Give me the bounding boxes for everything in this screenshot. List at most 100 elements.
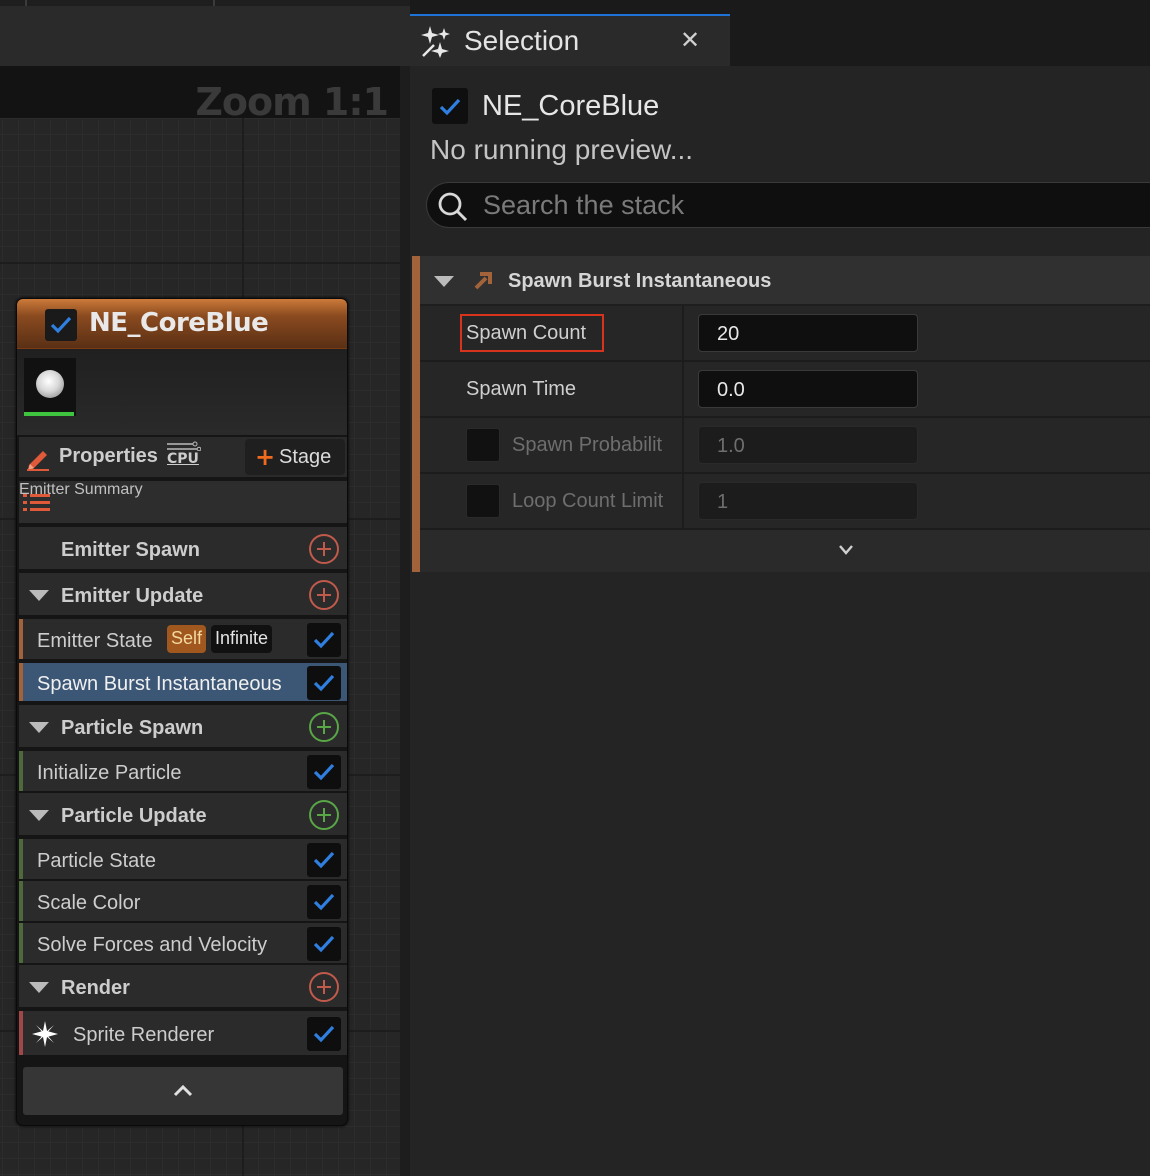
module-label: Spawn Burst Instantaneous bbox=[37, 673, 282, 695]
collapse-triangle-icon[interactable] bbox=[29, 722, 49, 733]
module-row-initialize-particle[interactable]: Initialize Particle bbox=[19, 751, 347, 793]
node-graph-canvas[interactable]: Zoom 1:1 NE_CoreBlue Properties CPU + St… bbox=[0, 0, 410, 1176]
emitter-enable-checkbox[interactable] bbox=[432, 88, 468, 124]
pencil-icon bbox=[27, 451, 49, 471]
add-module-icon[interactable] bbox=[309, 580, 339, 610]
module-enable-checkbox[interactable] bbox=[307, 843, 341, 877]
emitter-summary-row[interactable]: Emitter Summary bbox=[19, 481, 347, 525]
checkmark-icon bbox=[313, 1025, 335, 1043]
module-enable-checkbox[interactable] bbox=[307, 666, 341, 700]
particle-spawn-section[interactable]: Particle Spawn bbox=[19, 705, 347, 749]
module-row-emitter-state[interactable]: Emitter State Self Infinite bbox=[19, 619, 347, 661]
emitter-thumbnail-area bbox=[17, 349, 347, 435]
add-stage-label: Stage bbox=[279, 446, 332, 468]
tab-divider bbox=[25, 0, 27, 6]
graph-toolbar-area bbox=[0, 0, 410, 66]
checkmark-icon bbox=[50, 316, 72, 334]
spawn-probability-input[interactable]: 1.0 bbox=[698, 426, 918, 464]
particle-update-section[interactable]: Particle Update bbox=[19, 793, 347, 837]
loop-count-toggle[interactable] bbox=[466, 484, 500, 518]
param-label: Spawn Probabilit bbox=[512, 434, 663, 456]
spawn-probability-toggle[interactable] bbox=[466, 428, 500, 462]
section-label: Particle Update bbox=[61, 805, 207, 827]
close-icon[interactable]: ✕ bbox=[680, 26, 700, 54]
checkmark-icon bbox=[313, 631, 335, 649]
module-enable-checkbox[interactable] bbox=[307, 927, 341, 961]
checkmark-icon bbox=[313, 674, 335, 692]
module-row-solve-forces[interactable]: Solve Forces and Velocity bbox=[19, 923, 347, 965]
emitter-thumbnail[interactable] bbox=[24, 358, 76, 416]
panel-tab-bar: Selection ✕ bbox=[410, 14, 1150, 66]
infinite-badge: Infinite bbox=[211, 625, 273, 653]
spawn-time-input[interactable]: 0.0 bbox=[698, 370, 918, 408]
column-divider bbox=[682, 474, 684, 528]
module-color-bar bbox=[19, 663, 23, 701]
module-color-bar bbox=[19, 923, 23, 963]
search-input[interactable] bbox=[483, 187, 1083, 223]
checkmark-icon bbox=[313, 763, 335, 781]
search-icon bbox=[438, 192, 468, 222]
render-section[interactable]: Render bbox=[19, 965, 347, 1009]
param-label: Spawn Time bbox=[466, 378, 577, 400]
emitter-update-section[interactable]: Emitter Update bbox=[19, 573, 347, 617]
module-color-bar bbox=[19, 881, 23, 921]
loop-count-input[interactable]: 1 bbox=[698, 482, 918, 520]
panel-splitter[interactable] bbox=[400, 66, 410, 1176]
section-label: Render bbox=[61, 977, 130, 999]
emitter-enable-checkbox[interactable] bbox=[45, 309, 77, 341]
add-stage-button[interactable]: + Stage bbox=[245, 439, 345, 475]
section-label: Particle Spawn bbox=[61, 717, 204, 739]
module-row-spawn-burst-selected[interactable]: Spawn Burst Instantaneous bbox=[19, 663, 347, 703]
plus-icon: + bbox=[255, 443, 276, 471]
section-label: Emitter Update bbox=[61, 585, 204, 607]
add-module-icon[interactable] bbox=[309, 534, 339, 564]
module-row-sprite-renderer[interactable]: Sprite Renderer bbox=[19, 1011, 347, 1057]
sparkles-icon bbox=[421, 26, 450, 58]
graph-tab-strip bbox=[0, 0, 410, 6]
param-label: Loop Count Limit bbox=[512, 490, 664, 512]
collapse-node-button[interactable] bbox=[23, 1067, 343, 1115]
collapse-triangle-icon[interactable] bbox=[29, 810, 49, 821]
module-color-bar bbox=[19, 751, 23, 791]
module-enable-checkbox[interactable] bbox=[307, 1017, 341, 1051]
zoom-label: Zoom 1:1 bbox=[195, 80, 389, 124]
add-module-icon[interactable] bbox=[309, 712, 339, 742]
collapse-triangle-icon[interactable] bbox=[29, 982, 49, 993]
emitter-spawn-section[interactable]: Emitter Spawn bbox=[19, 527, 347, 571]
collapse-triangle-icon[interactable] bbox=[434, 276, 454, 287]
module-accent-bar bbox=[412, 256, 420, 572]
module-row-scale-color[interactable]: Scale Color bbox=[19, 881, 347, 923]
properties-label: Properties bbox=[59, 445, 158, 467]
module-color-bar bbox=[19, 839, 23, 879]
column-divider bbox=[682, 306, 684, 360]
emitter-node[interactable]: NE_CoreBlue Properties CPU + Stage Emitt… bbox=[16, 298, 348, 1126]
column-divider bbox=[682, 362, 684, 416]
module-header[interactable]: Spawn Burst Instantaneous bbox=[420, 256, 1150, 306]
param-row-loop-count: Loop Count Limit 1 bbox=[420, 474, 1150, 530]
spawn-count-input[interactable]: 20 bbox=[698, 314, 918, 352]
emitter-node-header[interactable]: NE_CoreBlue bbox=[17, 299, 347, 349]
highlight-box bbox=[460, 314, 604, 352]
module-enable-checkbox[interactable] bbox=[307, 623, 341, 657]
module-label: Solve Forces and Velocity bbox=[37, 934, 268, 956]
checkmark-icon bbox=[313, 893, 335, 911]
tab-divider bbox=[213, 0, 215, 6]
stack-search-box[interactable] bbox=[426, 182, 1150, 228]
collapse-triangle-icon[interactable] bbox=[29, 590, 49, 601]
checkmark-icon bbox=[439, 98, 461, 116]
emitter-name: NE_CoreBlue bbox=[482, 90, 660, 122]
show-advanced-row[interactable] bbox=[420, 530, 1150, 572]
tab-selection[interactable]: Selection ✕ bbox=[410, 14, 730, 66]
add-renderer-icon[interactable] bbox=[309, 972, 339, 1002]
module-label: Sprite Renderer bbox=[73, 1024, 215, 1046]
self-badge: Self bbox=[167, 625, 207, 653]
chevron-up-icon bbox=[173, 1084, 193, 1097]
module-enable-checkbox[interactable] bbox=[307, 885, 341, 919]
spawn-arrow-icon bbox=[474, 272, 492, 290]
module-enable-checkbox[interactable] bbox=[307, 755, 341, 789]
module-row-particle-state[interactable]: Particle State bbox=[19, 839, 347, 881]
properties-row[interactable]: Properties CPU + Stage bbox=[19, 437, 347, 479]
module-label: Particle State bbox=[37, 850, 156, 872]
module-stack: Spawn Burst Instantaneous Spawn Count 20… bbox=[412, 256, 1150, 572]
add-module-icon[interactable] bbox=[309, 800, 339, 830]
